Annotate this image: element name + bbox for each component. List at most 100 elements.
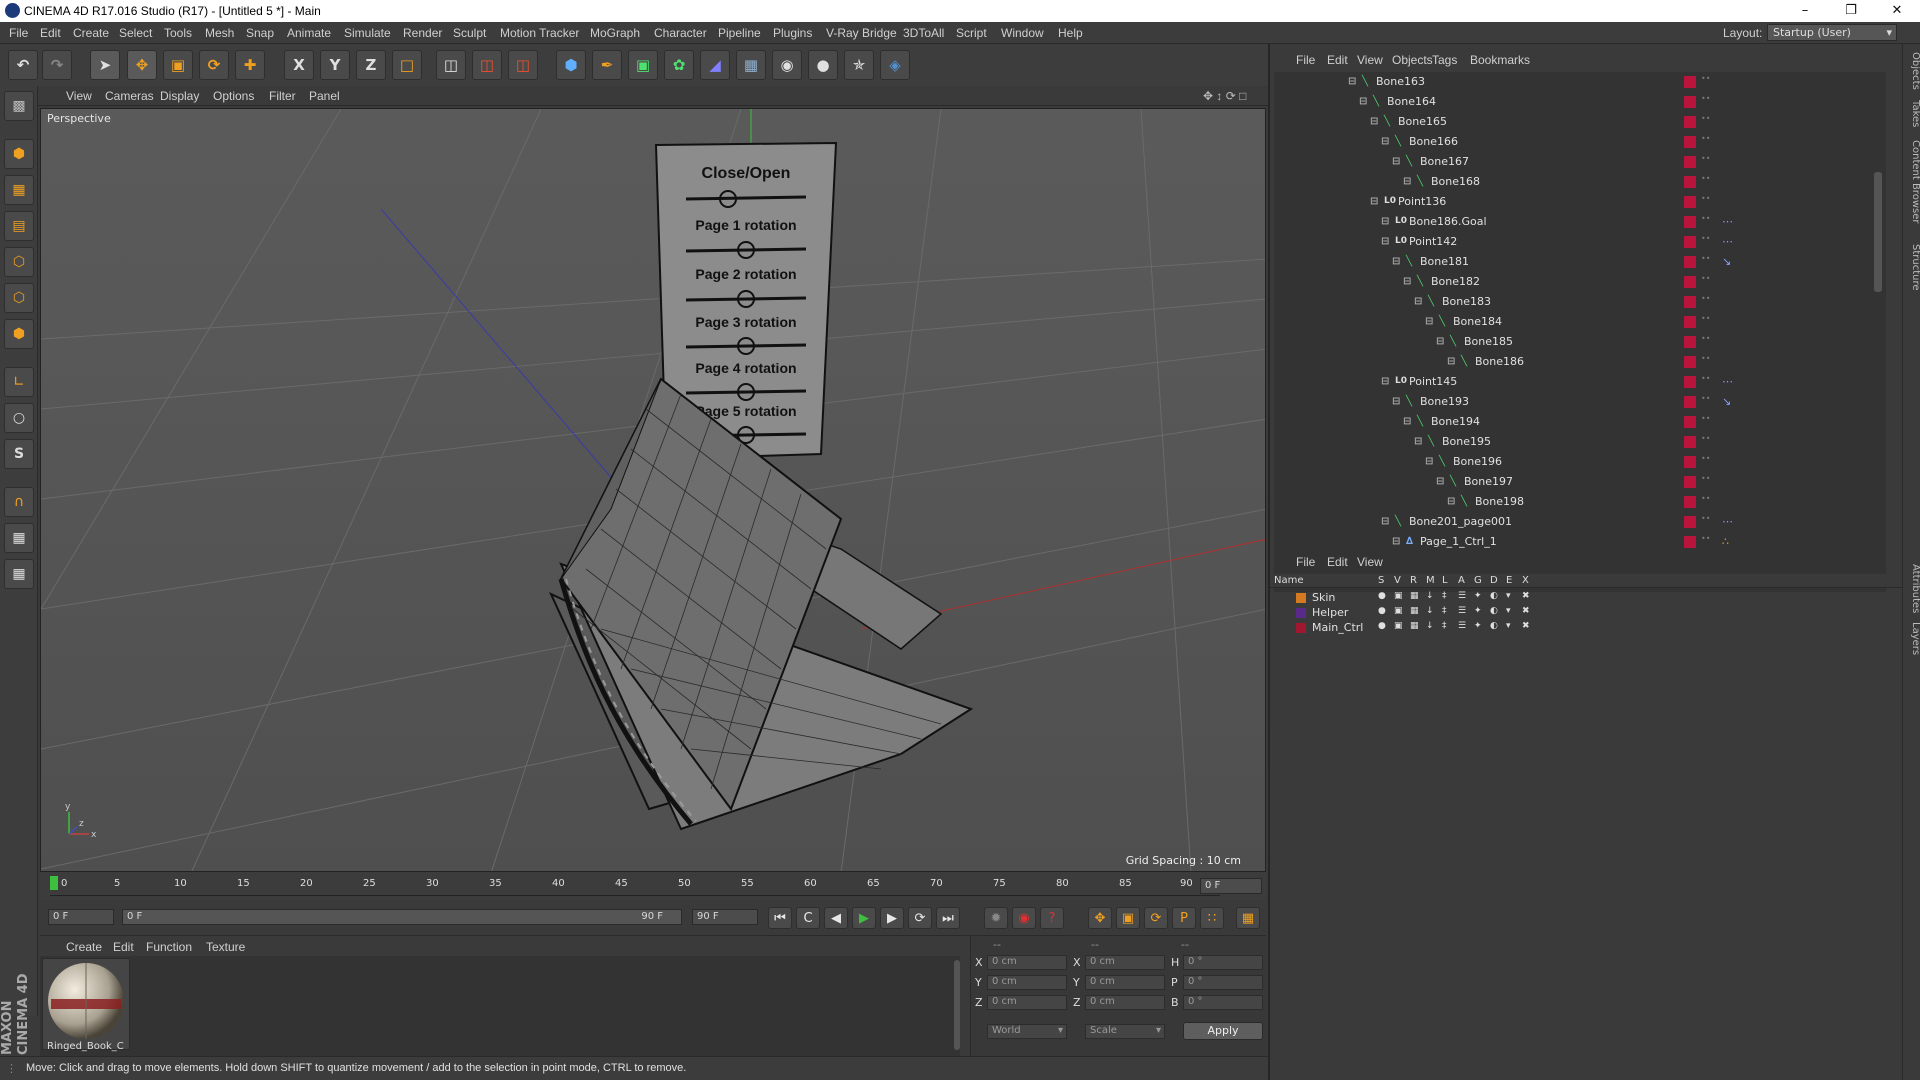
expand-toggle-icon[interactable]: ⊟ — [1381, 236, 1392, 247]
object-row[interactable]: ⊟ ╲ Bone201_page001 •• ⋯ — [1274, 512, 1886, 532]
menu-character[interactable]: Character — [654, 26, 707, 40]
coord-size-mode-dropdown[interactable]: Scale ▾ — [1085, 1024, 1165, 1039]
coord-pos-y-field[interactable]: 0 cm — [987, 975, 1067, 990]
previous-frame-button[interactable]: ◀ — [824, 907, 848, 929]
z-axis-lock-button[interactable]: Z — [356, 50, 386, 80]
pin-tag-icon[interactable]: ↘ — [1722, 255, 1731, 268]
visibility-dots-icon[interactable]: •• — [1701, 415, 1710, 429]
close-button[interactable]: ✕ — [1874, 0, 1920, 22]
object-row[interactable]: ⊟ ╲ Bone185 •• — [1274, 332, 1886, 352]
layer-row[interactable]: Helper ● ▣ ▦ ↓ ‡ ☰ ✦ ◐ ▾ ✖ — [1270, 605, 1902, 620]
layer-toggle-icon[interactable]: ▣ — [1394, 606, 1403, 616]
pin-tag-icon[interactable]: ↘ — [1722, 395, 1731, 408]
visibility-dots-icon[interactable]: •• — [1701, 195, 1710, 209]
layer-color-swatch[interactable] — [1296, 623, 1306, 633]
layer-color-swatch[interactable] — [1684, 276, 1696, 288]
layer-toggle-icon[interactable]: ↓ — [1426, 621, 1434, 631]
menu-animate[interactable]: Animate — [287, 26, 331, 40]
layer-color-swatch[interactable] — [1684, 516, 1696, 528]
expand-toggle-icon[interactable]: ⊟ — [1425, 316, 1436, 327]
layer-toggle-icon[interactable]: ✦ — [1474, 591, 1482, 601]
object-menu-file[interactable]: File — [1296, 53, 1315, 67]
layer-toggle-icon[interactable]: ◐ — [1490, 606, 1498, 616]
object-row[interactable]: ⊟ ∆ Page_1_Ctrl_1 •• ∴ — [1274, 532, 1886, 552]
expand-toggle-icon[interactable]: ⊟ — [1414, 296, 1425, 307]
layer-color-swatch[interactable] — [1684, 376, 1696, 388]
menu-mograph[interactable]: MoGraph — [590, 26, 640, 40]
object-row[interactable]: ⊟ ╲ Bone164 •• — [1274, 92, 1886, 112]
layer-column-d[interactable]: D — [1490, 575, 1498, 586]
visibility-dots-icon[interactable]: •• — [1701, 455, 1710, 469]
render-settings-button[interactable]: ◫ — [508, 50, 538, 80]
layer-toggle-icon[interactable]: ‡ — [1442, 621, 1447, 631]
live-selection-button[interactable]: ➤ — [90, 50, 120, 80]
viewport-nav-icons[interactable]: ✥ ↕ ⟳ □ — [1203, 89, 1246, 103]
object-row[interactable]: ⊟ ╲ Bone186 •• — [1274, 352, 1886, 372]
layer-menu-file[interactable]: File — [1296, 555, 1315, 569]
layer-toggle-icon[interactable]: ☰ — [1458, 621, 1466, 631]
expand-toggle-icon[interactable]: ⊟ — [1425, 456, 1436, 467]
layer-column-a[interactable]: A — [1458, 575, 1465, 586]
object-menu-bookmarks[interactable]: Bookmarks — [1470, 53, 1530, 67]
menu-simulate[interactable]: Simulate — [344, 26, 391, 40]
floor-button[interactable]: ▦ — [736, 50, 766, 80]
coord-size-x-field[interactable]: 0 cm — [1085, 955, 1165, 970]
visibility-dots-icon[interactable]: •• — [1701, 295, 1710, 309]
layer-color-swatch[interactable] — [1684, 496, 1696, 508]
layer-color-swatch[interactable] — [1684, 316, 1696, 328]
key-scale-button[interactable]: ▣ — [1116, 907, 1140, 929]
tab-objects[interactable]: Objects — [1905, 52, 1920, 90]
visibility-dots-icon[interactable]: •• — [1701, 535, 1710, 549]
menu-select[interactable]: Select — [119, 26, 152, 40]
layer-toggle-icon[interactable]: ● — [1378, 606, 1386, 616]
object-row[interactable]: ⊟ ╲ Bone198 •• — [1274, 492, 1886, 512]
visibility-dots-icon[interactable]: •• — [1701, 515, 1710, 529]
layer-color-swatch[interactable] — [1684, 136, 1696, 148]
key-position-button[interactable]: ✥ — [1088, 907, 1112, 929]
coord-rot-b-field[interactable]: 0 ° — [1183, 995, 1263, 1010]
expand-toggle-icon[interactable]: ⊟ — [1381, 516, 1392, 527]
menu-motion-tracker[interactable]: Motion Tracker — [500, 26, 579, 40]
array-button[interactable]: ✿ — [664, 50, 694, 80]
ik-tag-icon[interactable]: ⋯ — [1722, 235, 1733, 248]
layer-toggle-icon[interactable]: ▾ — [1506, 591, 1511, 601]
tweak-mode-button[interactable]: ○ — [4, 403, 34, 433]
object-row[interactable]: ⊟ ╲ Bone194 •• — [1274, 412, 1886, 432]
object-row[interactable]: ⊟ L0 Point142 •• ⋯ — [1274, 232, 1886, 252]
autokey-button[interactable]: ? — [1040, 907, 1064, 929]
layout-dropdown[interactable]: Startup (User) ▾ — [1767, 24, 1897, 41]
next-frame-button[interactable]: ▶ — [880, 907, 904, 929]
layer-column-x[interactable]: X — [1522, 575, 1529, 586]
visibility-dots-icon[interactable]: •• — [1701, 115, 1710, 129]
render-picture-viewer-button[interactable]: ◫ — [472, 50, 502, 80]
visibility-dots-icon[interactable]: •• — [1701, 475, 1710, 489]
redo-button[interactable]: ↷ — [42, 50, 72, 80]
play-button[interactable]: ▶ — [852, 907, 876, 929]
object-tree-scrollbar[interactable] — [1874, 172, 1882, 292]
preview-start-field[interactable]: 0 F — [48, 909, 114, 925]
visibility-dots-icon[interactable]: •• — [1701, 375, 1710, 389]
enable-snap-button[interactable]: ∩ — [4, 487, 34, 517]
material-menu-function[interactable]: Function — [146, 940, 192, 954]
object-row[interactable]: ⊟ ╲ Bone168 •• — [1274, 172, 1886, 192]
layer-toggle-icon[interactable]: ✦ — [1474, 621, 1482, 631]
layer-column-name[interactable]: Name — [1274, 575, 1304, 586]
visibility-dots-icon[interactable]: •• — [1701, 495, 1710, 509]
ik-tag-icon[interactable]: ⋯ — [1722, 515, 1733, 528]
coord-rot-p-field[interactable]: 0 ° — [1183, 975, 1263, 990]
layer-color-swatch[interactable] — [1684, 456, 1696, 468]
visibility-dots-icon[interactable]: •• — [1701, 275, 1710, 289]
menu-vray-bridge[interactable]: V-Ray Bridge — [826, 26, 897, 40]
layer-toggle-icon[interactable]: ✖ — [1522, 591, 1530, 601]
layer-color-swatch[interactable] — [1684, 156, 1696, 168]
material-menu-create[interactable]: Create — [66, 940, 102, 954]
planar-workplane-button[interactable]: ▦ — [4, 559, 34, 589]
menu-plugins[interactable]: Plugins — [773, 26, 812, 40]
current-frame-field[interactable]: 0 F — [1200, 878, 1262, 894]
layer-toggle-icon[interactable]: ● — [1378, 621, 1386, 631]
cube-button[interactable]: ⬢ — [556, 50, 586, 80]
make-editable-button[interactable]: ▩ — [4, 91, 34, 121]
object-row[interactable]: ⊟ ╲ Bone165 •• — [1274, 112, 1886, 132]
layer-color-swatch[interactable] — [1684, 236, 1696, 248]
expand-toggle-icon[interactable]: ⊟ — [1436, 336, 1447, 347]
